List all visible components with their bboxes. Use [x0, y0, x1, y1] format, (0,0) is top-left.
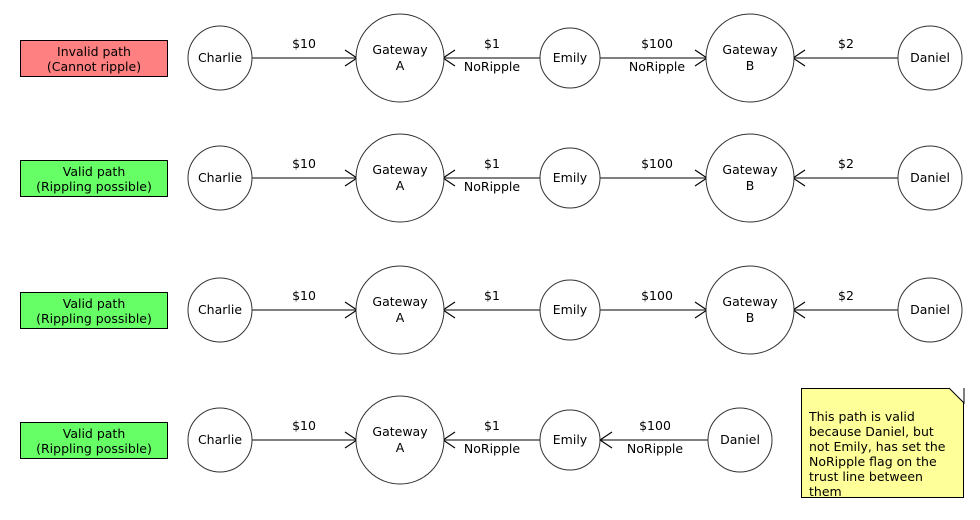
node-label-emily: Emily: [553, 432, 588, 447]
edge-amount-emily-gatewaya: $1: [484, 418, 500, 433]
node-label-gateway-b-line2: B: [746, 310, 755, 325]
node-label-daniel: Daniel: [910, 302, 950, 317]
row-4-graph: $10 $1 NoRipple $100 NoRipple Charlie Ga…: [187, 395, 773, 485]
diagram-canvas: Invalid path (Cannot ripple) Valid path …: [0, 0, 980, 520]
node-label-daniel: Daniel: [720, 432, 760, 447]
annotation-note-text: This path is valid because Daniel, but n…: [809, 409, 946, 499]
node-label-gateway-a-line1: Gateway: [372, 294, 428, 309]
edge-amount-daniel-gatewayb: $2: [838, 156, 854, 171]
node-label-daniel: Daniel: [910, 170, 950, 185]
edge-flag-emily-gatewaya: NoRipple: [464, 441, 520, 456]
row-1-graph: $10 $1 NoRipple $100 NoRipple $2 Charlie…: [187, 13, 963, 103]
node-label-gateway-a-line1: Gateway: [372, 42, 428, 57]
node-label-charlie: Charlie: [198, 170, 242, 185]
edge-amount-daniel-gatewayb: $2: [838, 288, 854, 303]
node-label-gateway-a-line2: A: [396, 58, 405, 73]
node-label-gateway-a-line2: A: [396, 440, 405, 455]
edge-flag-emily-gatewaya: NoRipple: [464, 179, 520, 194]
annotation-note: This path is valid because Daniel, but n…: [801, 388, 964, 499]
edge-flag-emily-gatewaya: NoRipple: [464, 59, 520, 74]
node-label-emily: Emily: [553, 302, 588, 317]
node-label-gateway-a-line1: Gateway: [372, 424, 428, 439]
edge-amount-emily-gatewaya: $1: [484, 36, 500, 51]
edge-flag-daniel-emily: NoRipple: [627, 441, 683, 456]
node-label-gateway-b-line2: B: [746, 58, 755, 73]
edge-amount-charlie-gatewaya: $10: [292, 418, 316, 433]
node-label-charlie: Charlie: [198, 302, 242, 317]
node-label-gateway-b-line1: Gateway: [722, 294, 778, 309]
edge-amount-charlie-gatewaya: $10: [292, 36, 316, 51]
row-2-graph: $10 $1 NoRipple $100 $2 Charlie Gateway …: [187, 133, 963, 223]
edge-amount-daniel-emily: $100: [639, 418, 671, 433]
node-label-gateway-b-line1: Gateway: [722, 162, 778, 177]
node-label-emily: Emily: [553, 50, 588, 65]
edge-amount-emily-gatewayb: $100: [641, 288, 673, 303]
edge-amount-daniel-gatewayb: $2: [838, 36, 854, 51]
node-label-gateway-a-line2: A: [396, 178, 405, 193]
node-label-daniel: Daniel: [910, 50, 950, 65]
edge-amount-emily-gatewaya: $1: [484, 288, 500, 303]
node-label-charlie: Charlie: [198, 50, 242, 65]
note-fold-outline-icon: [948, 387, 965, 404]
edge-amount-emily-gatewayb: $100: [641, 156, 673, 171]
node-label-charlie: Charlie: [198, 432, 242, 447]
edge-amount-emily-gatewayb: $100: [641, 36, 673, 51]
node-label-gateway-a-line1: Gateway: [372, 162, 428, 177]
edge-amount-emily-gatewaya: $1: [484, 156, 500, 171]
edge-flag-emily-gatewayb: NoRipple: [629, 59, 685, 74]
node-label-gateway-b-line2: B: [746, 178, 755, 193]
node-label-gateway-a-line2: A: [396, 310, 405, 325]
row-3-graph: $10 $1 $100 $2 Charlie Gateway A Emily G…: [187, 265, 963, 355]
node-label-emily: Emily: [553, 170, 588, 185]
node-label-gateway-b-line1: Gateway: [722, 42, 778, 57]
edge-amount-charlie-gatewaya: $10: [292, 288, 316, 303]
edge-amount-charlie-gatewaya: $10: [292, 156, 316, 171]
